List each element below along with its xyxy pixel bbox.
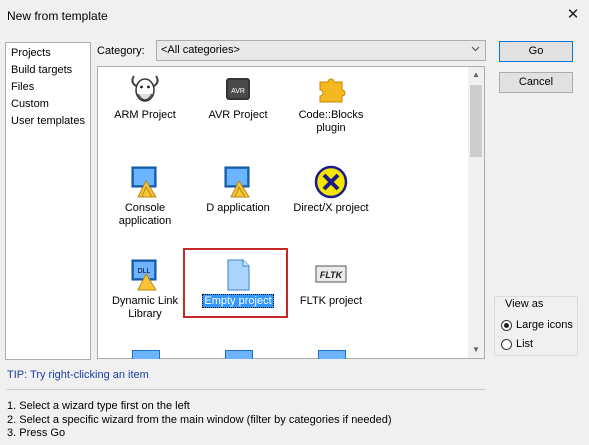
sidebar-item-user-templates[interactable]: User templates [11,113,85,130]
console-app-icon [128,165,162,199]
template-arm-project[interactable]: ARM Project [101,72,189,122]
template-console-application[interactable]: Console application [101,165,189,228]
category-label: Category: [97,45,145,57]
radio-unchecked-icon [501,339,512,350]
svg-text:DLL: DLL [138,268,151,275]
radio-checked-icon [501,320,512,331]
cancel-button[interactable]: Cancel [499,72,573,93]
sidebar-item-custom[interactable]: Custom [11,96,85,113]
partial-template-icon [318,350,346,359]
template-d-application[interactable]: D application [194,165,282,215]
scroll-up-icon[interactable]: ▲ [468,67,484,83]
template-fltk-project[interactable]: FLTK FLTK project [287,258,375,308]
svg-text:AVR: AVR [231,88,245,95]
template-label: Direct/X project [293,202,369,214]
tip-text: TIP: Try right-clicking an item [7,369,149,381]
large-icons-label: Large icons [516,319,573,331]
directx-icon [314,165,348,199]
divider [7,389,485,390]
avr-chip-icon: AVR [221,72,255,106]
dll-icon: DLL [128,258,162,292]
selection-highlight-box [183,248,288,318]
instruction-line: 1. Select a wizard type first on the lef… [7,400,190,412]
category-dropdown[interactable]: <All categories> [156,40,486,61]
view-as-title: View as [503,298,546,310]
fltk-icon: FLTK [314,258,348,292]
template-directx-project[interactable]: Direct/X project [287,165,375,215]
template-type-list: Projects Build targets Files Custom User… [5,42,91,360]
instruction-line: 2. Select a specific wizard from the mai… [7,413,392,426]
instruction-line: 3. Press Go [7,427,66,439]
category-value: <All categories> [161,44,240,56]
go-button[interactable]: Go [499,41,573,62]
partial-template-icon [225,350,253,359]
partial-template-icon [132,350,160,359]
instructions: 1. Select a wizard type first on the lef… [7,400,392,441]
template-dynamic-link-library[interactable]: DLL Dynamic Link Library [101,258,189,321]
large-icons-radio[interactable]: Large icons [501,319,583,334]
chevron-down-icon [471,46,480,52]
d-app-icon [221,165,255,199]
gallery-scrollbar[interactable]: ▲ ▼ [468,67,484,358]
template-label: D application [206,202,270,214]
svg-text:FLTK: FLTK [320,270,344,280]
puzzle-piece-icon [314,72,348,106]
sidebar-item-files[interactable]: Files [11,79,85,96]
template-label: Code::Blocks plugin [298,109,364,134]
window-title: New from template [7,9,108,23]
sidebar-item-build-targets[interactable]: Build targets [11,62,85,79]
close-icon[interactable]: ✕ [562,4,584,26]
template-label: Dynamic Link Library [111,295,179,320]
sidebar-item-projects[interactable]: Projects [11,45,85,62]
template-codeblocks-plugin[interactable]: Code::Blocks plugin [287,72,375,135]
template-label: Console application [118,202,172,227]
scroll-down-icon[interactable]: ▼ [468,342,484,358]
template-avr-project[interactable]: AVR AVR Project [194,72,282,122]
gnu-icon [128,72,162,106]
template-label: AVR Project [208,109,268,121]
list-radio[interactable]: List [501,338,583,353]
template-label: ARM Project [114,109,176,121]
scrollbar-thumb[interactable] [470,85,482,157]
template-label: FLTK project [299,295,363,307]
list-label: List [516,338,534,350]
